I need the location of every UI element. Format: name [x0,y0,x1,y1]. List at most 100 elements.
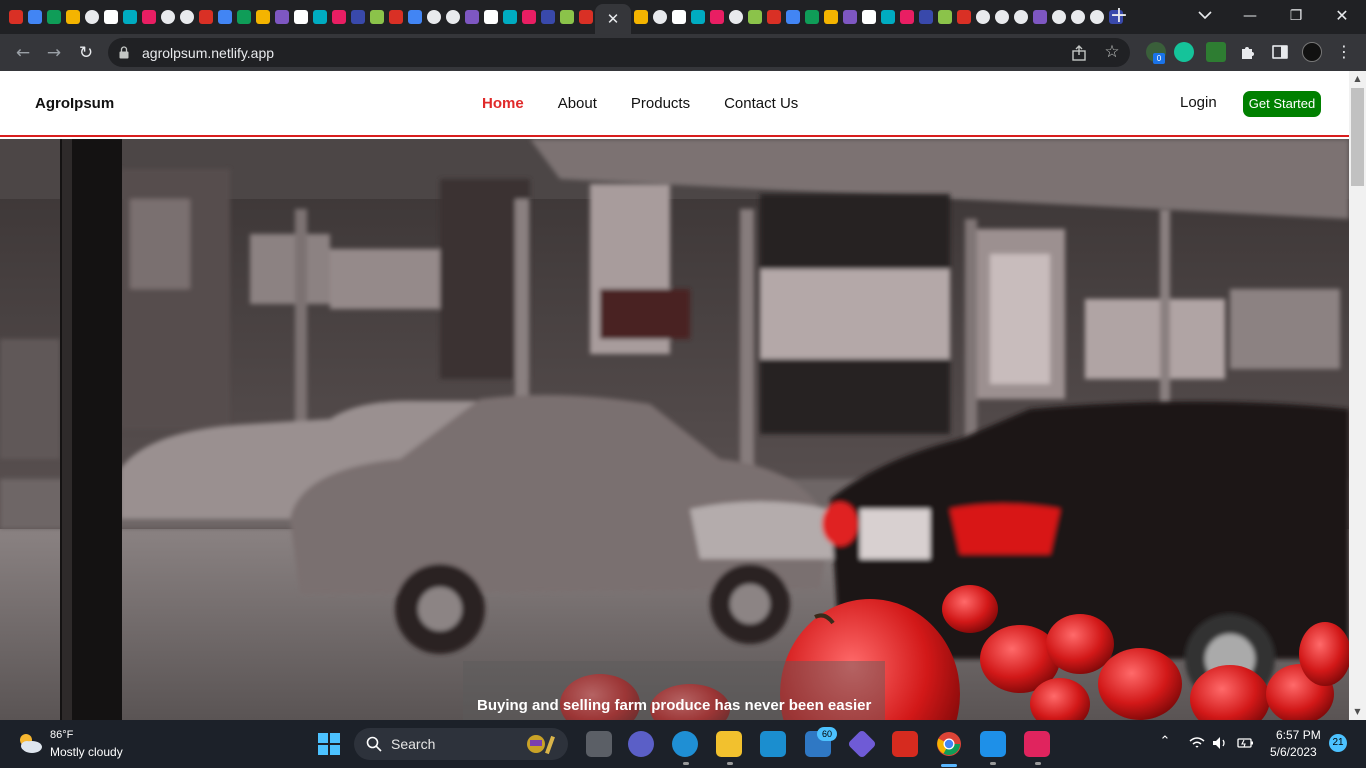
taskbar-search[interactable]: Search [354,728,568,760]
tab-search-icon[interactable] [1196,8,1214,22]
browser-tab[interactable] [310,7,329,27]
profile-avatar[interactable] [1302,42,1322,62]
chevron-up-icon[interactable]: ⌃ [1156,734,1174,752]
browser-tab[interactable] [367,7,386,27]
store-icon[interactable] [760,731,786,757]
browser-tab[interactable] [25,7,44,27]
wps-icon[interactable] [892,731,918,757]
browser-tab[interactable] [745,7,764,27]
browser-tab[interactable] [650,7,669,27]
browser-tab[interactable] [1068,7,1087,27]
task-view-icon[interactable] [586,731,612,757]
vscode-icon[interactable] [980,731,1006,757]
browser-tab[interactable] [954,7,973,27]
scroll-up-arrow[interactable]: ▲ [1349,71,1366,87]
browser-tab[interactable] [158,7,177,27]
active-tab[interactable]: ✕ [595,4,631,34]
scroll-thumb[interactable] [1351,88,1364,186]
get-started-button[interactable]: Get Started [1243,91,1321,117]
browser-tab[interactable] [44,7,63,27]
browser-tab[interactable] [139,7,158,27]
edge-icon[interactable] [672,731,698,757]
nav-home[interactable]: Home [482,95,524,112]
browser-tab[interactable] [897,7,916,27]
browser-tab[interactable] [576,7,595,27]
browser-tab[interactable] [329,7,348,27]
volume-icon[interactable] [1211,734,1229,752]
browser-tab[interactable] [234,7,253,27]
browser-tab[interactable] [992,7,1011,27]
scroll-down-arrow[interactable]: ▼ [1349,704,1366,720]
browser-tab[interactable] [348,7,367,27]
teams-icon[interactable] [628,731,654,757]
browser-tab[interactable] [63,7,82,27]
browser-tab[interactable] [443,7,462,27]
browser-tab[interactable] [973,7,992,27]
wifi-icon[interactable] [1188,734,1206,752]
browser-tab[interactable] [1049,7,1068,27]
browser-tab[interactable] [291,7,310,27]
browser-tab[interactable] [538,7,557,27]
cloudy-weather-icon[interactable] [16,731,44,755]
browser-tab[interactable] [935,7,954,27]
chrome-menu-button[interactable]: ⋮ [1336,42,1352,62]
new-tab-button[interactable]: + [1108,5,1130,27]
address-bar[interactable]: agrolpsum.netlify.app ☆ [108,38,1130,67]
browser-tab[interactable] [500,7,519,27]
forward-button[interactable]: → [43,42,65,64]
browser-tab[interactable] [878,7,897,27]
grammarly-icon[interactable] [1174,42,1194,62]
reload-button[interactable]: ↻ [75,42,97,64]
brand-logo[interactable]: AgroIpsum [35,95,114,112]
browser-tab[interactable] [707,7,726,27]
browser-tab[interactable] [120,7,139,27]
nav-about[interactable]: About [558,95,597,112]
page-scrollbar[interactable]: ▲ ▼ [1349,71,1366,720]
browser-tab[interactable] [1030,7,1049,27]
share-icon[interactable] [1070,44,1088,62]
browser-tab[interactable] [405,7,424,27]
browser-tab[interactable] [557,7,576,27]
browser-tab[interactable] [1011,7,1030,27]
nav-contact[interactable]: Contact Us [724,95,798,112]
weather-description[interactable]: Mostly cloudy [50,745,123,759]
maximize-button[interactable]: ❐ [1286,6,1306,26]
login-link[interactable]: Login [1180,94,1217,111]
close-tab-icon[interactable]: ✕ [607,10,620,28]
browser-tab[interactable] [177,7,196,27]
puzzle-extensions-icon[interactable] [1238,42,1258,62]
browser-tab[interactable] [631,7,650,27]
browser-tab[interactable] [386,7,405,27]
browser-tab[interactable] [101,7,120,27]
close-window-button[interactable]: ✕ [1332,6,1352,26]
file-explorer-icon[interactable] [716,731,742,757]
browser-tab[interactable] [859,7,878,27]
clock-time[interactable]: 6:57 PM [1276,728,1321,742]
browser-tab[interactable] [726,7,745,27]
browser-tab[interactable] [840,7,859,27]
browser-tab[interactable] [764,7,783,27]
browser-tab[interactable] [821,7,840,27]
browser-tab[interactable] [1087,7,1106,27]
media-player-icon[interactable] [1024,731,1050,757]
chrome-icon[interactable] [936,731,962,757]
browser-tab[interactable] [6,7,25,27]
browser-tab[interactable] [481,7,500,27]
browser-tab[interactable] [462,7,481,27]
notification-badge[interactable]: 21 [1329,734,1347,752]
browser-tab[interactable] [215,7,234,27]
back-button[interactable]: ← [12,42,34,64]
browser-tab[interactable] [802,7,821,27]
minimize-button[interactable]: — [1240,6,1260,26]
browser-tab[interactable] [783,7,802,27]
browser-tab[interactable] [519,7,538,27]
copilot-icon[interactable] [847,729,877,759]
browser-tab[interactable] [196,7,215,27]
bookmark-star-icon[interactable]: ☆ [1102,42,1122,62]
browser-tab[interactable] [424,7,443,27]
browser-tab[interactable] [669,7,688,27]
battery-icon[interactable] [1236,734,1254,752]
nav-products[interactable]: Products [631,95,690,112]
browser-tab[interactable] [272,7,291,27]
browser-tab[interactable] [688,7,707,27]
